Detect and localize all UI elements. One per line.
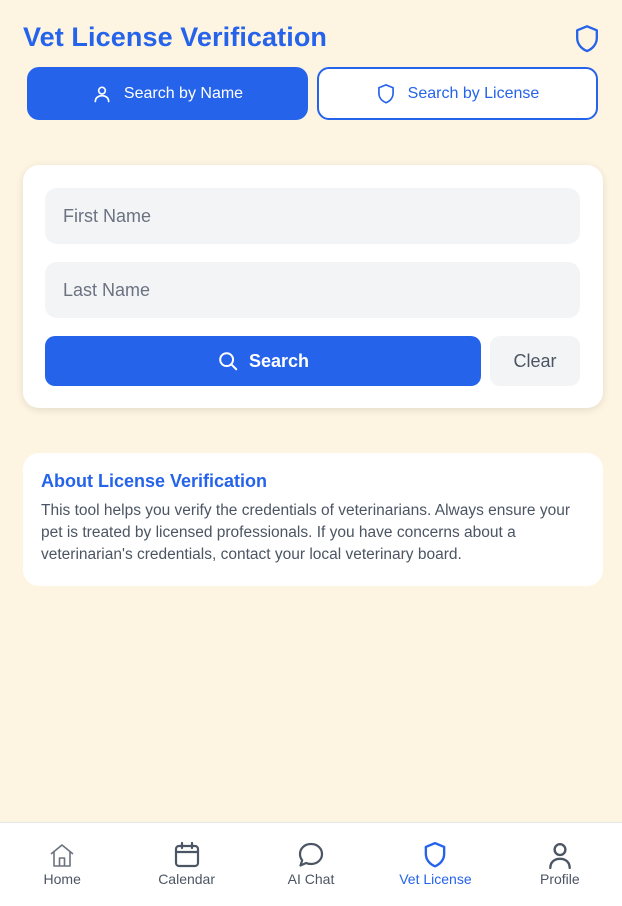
nav-item-calendar[interactable]: Calendar: [124, 823, 248, 906]
nav-label: Vet License: [399, 871, 472, 887]
user-icon: [547, 841, 573, 869]
header: Vet License Verification: [0, 0, 622, 66]
nav-item-profile[interactable]: Profile: [498, 823, 622, 906]
shield-icon: [376, 83, 396, 105]
nav-item-ai-chat[interactable]: AI Chat: [249, 823, 373, 906]
tab-search-by-name[interactable]: Search by Name: [27, 67, 308, 120]
nav-label: Profile: [539, 871, 580, 887]
about-title: About License Verification: [41, 471, 268, 491]
calendar-icon: [173, 841, 201, 869]
nav-label: Home: [43, 871, 81, 887]
chat-bubble-icon: [297, 841, 325, 869]
bottom-nav: Home Calendar AI Chat Vet License Profil…: [0, 822, 622, 906]
nav-label: AI Chat: [287, 871, 335, 887]
tab-search-by-license[interactable]: Search by License: [317, 67, 598, 120]
page-title: Vet License Verification: [23, 22, 328, 52]
search-button-label: Search: [248, 350, 310, 371]
about-body: This tool helps you verify the credentia…: [41, 502, 570, 563]
about-card: About License Verification This tool hel…: [23, 453, 603, 586]
search-icon: [217, 350, 239, 372]
nav-item-vet-license[interactable]: Vet License: [373, 823, 497, 906]
shield-icon: [571, 22, 603, 56]
first-name-input[interactable]: [45, 188, 580, 244]
search-button[interactable]: Search: [45, 336, 481, 386]
tab-label: Search by License: [407, 84, 540, 102]
shield-icon: [422, 841, 448, 869]
nav-item-home[interactable]: Home: [0, 823, 124, 906]
search-card: Search Clear: [23, 165, 603, 408]
user-icon: [92, 84, 112, 104]
nav-label: Calendar: [158, 871, 216, 887]
home-icon: [48, 841, 76, 869]
clear-button[interactable]: Clear: [490, 336, 580, 386]
app-root: Vet License Verification Search by Name …: [0, 0, 622, 906]
tab-label: Search by Name: [123, 84, 244, 102]
clear-button-label: Clear: [513, 350, 557, 371]
last-name-input[interactable]: [45, 262, 580, 318]
